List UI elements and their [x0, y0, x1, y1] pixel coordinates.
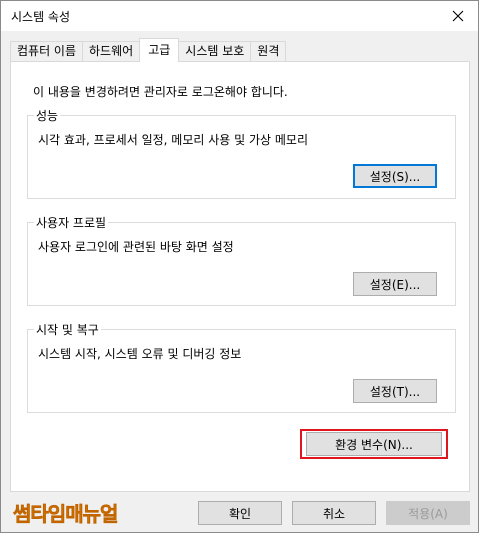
startup-recovery-description: 시스템 시작, 시스템 오류 및 디버깅 정보: [38, 347, 242, 361]
tab-remote[interactable]: 원격: [250, 41, 287, 62]
tab-computer-name[interactable]: 컴퓨터 이름: [10, 41, 84, 62]
system-properties-window: 시스템 속성 컴퓨터 이름 하드웨어 고급 시스템 보호 원격 이 내용을 변경…: [0, 0, 479, 533]
cancel-button[interactable]: 취소: [292, 501, 376, 525]
user-profiles-settings-button[interactable]: 설정(E)...: [353, 272, 437, 296]
advanced-tab-panel: 이 내용을 변경하려면 관리자로 로그온해야 합니다. 성능 시각 효과, 프로…: [10, 61, 470, 492]
ok-button[interactable]: 확인: [198, 501, 282, 525]
tab-advanced[interactable]: 고급: [139, 38, 180, 62]
user-profiles-group: 사용자 프로필 사용자 로그인에 관련된 바탕 화면 설정 설정(E)...: [27, 214, 456, 306]
performance-group: 성능 시각 효과, 프로세서 일정, 메모리 사용 및 가상 메모리 설정(S)…: [27, 107, 456, 199]
window-title: 시스템 속성: [11, 10, 71, 24]
tab-system-protection[interactable]: 시스템 보호: [178, 41, 252, 62]
title-bar[interactable]: 시스템 속성: [1, 1, 478, 31]
startup-recovery-group-label: 시작 및 복구: [34, 321, 101, 338]
highlight-box: [300, 429, 448, 459]
user-profiles-group-label: 사용자 프로필: [34, 214, 109, 231]
performance-group-label: 성능: [34, 107, 61, 124]
tab-strip: 컴퓨터 이름 하드웨어 고급 시스템 보호 원격: [10, 38, 287, 62]
performance-description: 시각 효과, 프로세서 일정, 메모리 사용 및 가상 메모리: [38, 133, 308, 147]
watermark-logo: 썸타임매뉴얼: [13, 502, 119, 527]
close-button[interactable]: [438, 1, 478, 31]
admin-notice: 이 내용을 변경하려면 관리자로 로그온해야 합니다.: [33, 85, 288, 99]
performance-settings-button[interactable]: 설정(S)...: [353, 164, 437, 188]
close-icon: [452, 10, 464, 22]
startup-recovery-group: 시작 및 복구 시스템 시작, 시스템 오류 및 디버깅 정보 설정(T)...: [27, 321, 456, 413]
apply-button[interactable]: 적용(A): [386, 501, 470, 525]
user-profiles-description: 사용자 로그인에 관련된 바탕 화면 설정: [38, 240, 234, 254]
startup-recovery-settings-button[interactable]: 설정(T)...: [353, 379, 437, 403]
tab-hardware[interactable]: 하드웨어: [82, 41, 141, 62]
